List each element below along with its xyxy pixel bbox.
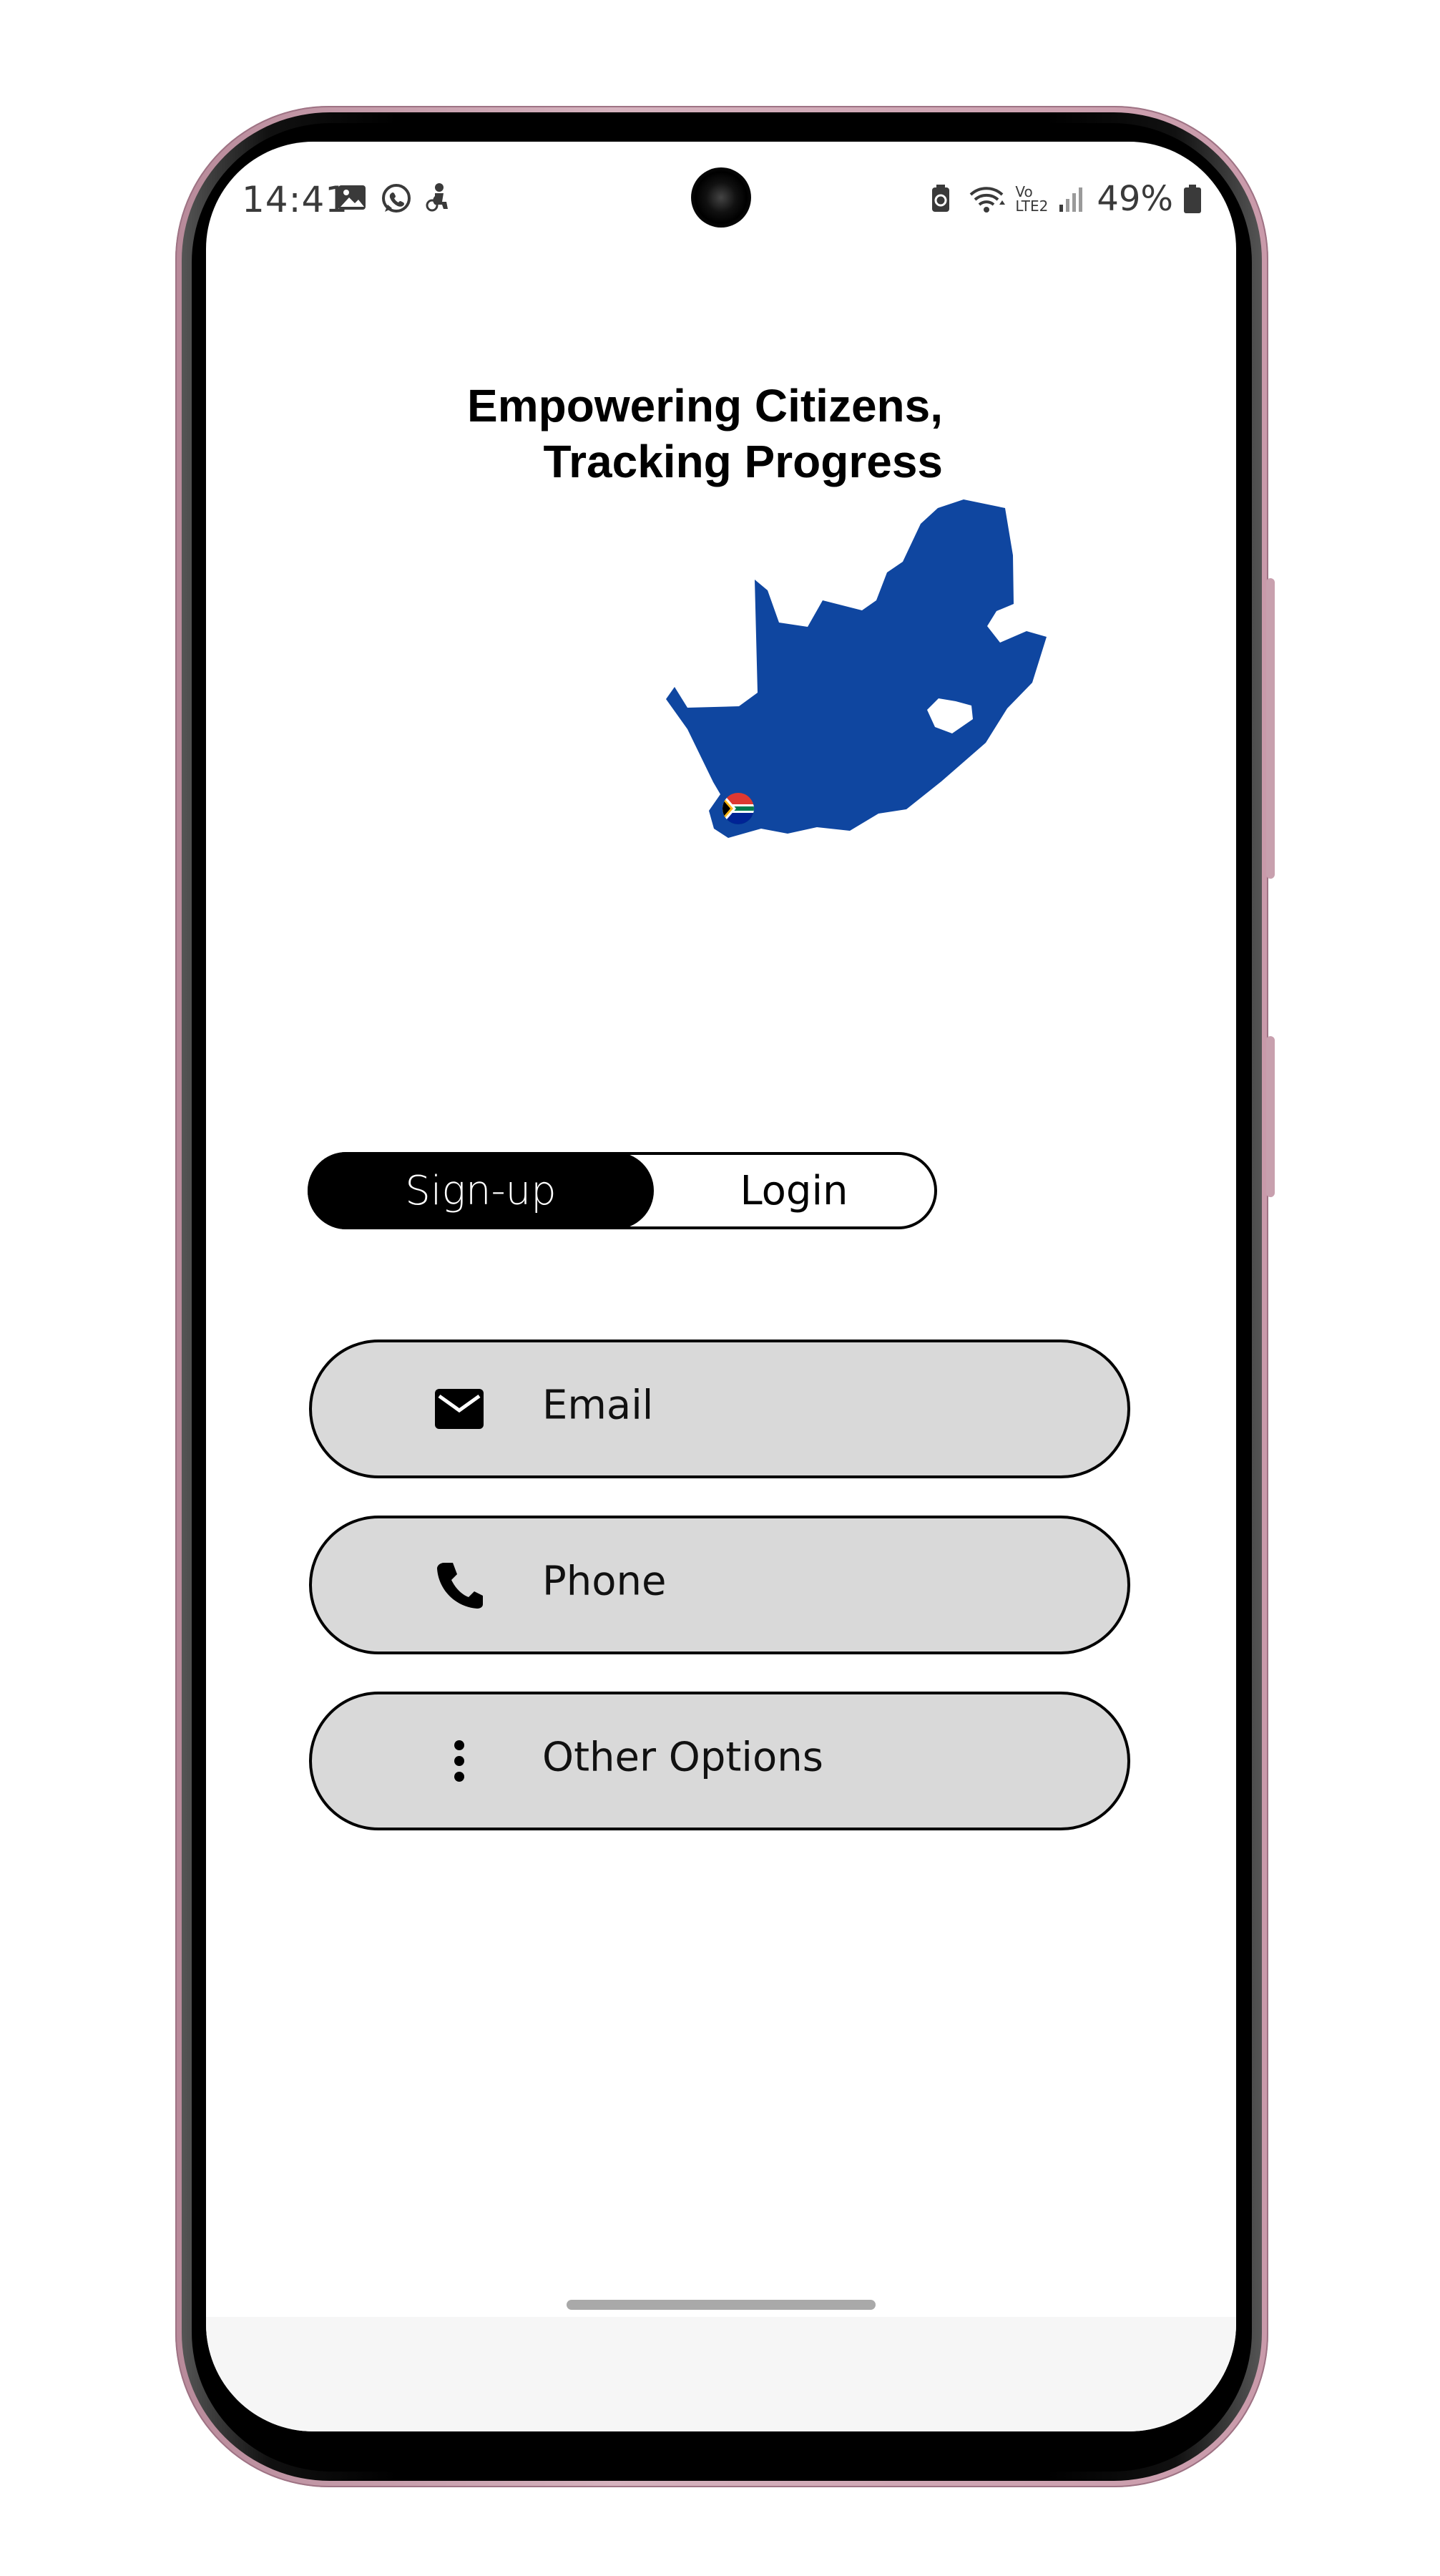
page-title: Empowering Citizens, Tracking Progress [442, 378, 943, 489]
phone-signup-button[interactable]: Phone [309, 1516, 1130, 1654]
accessibility-person-icon [422, 182, 454, 213]
south-africa-map-icon [660, 492, 1161, 914]
more-vertical-icon [432, 1734, 486, 1788]
headline-line-1: Empowering Citizens, [467, 380, 943, 431]
device-canvas: 14:41 Vo LTE2 49% Empowering Citizens, T… [0, 0, 1440, 2576]
email-option-label: Email [542, 1382, 654, 1429]
battery-saver-icon [928, 183, 959, 215]
home-indicator[interactable] [567, 2300, 876, 2310]
signal-icon [1057, 183, 1088, 215]
wifi-icon [968, 183, 1006, 215]
status-time: 14:41 [242, 179, 349, 220]
front-camera [691, 167, 751, 228]
status-left-icons [336, 182, 454, 213]
email-signup-button[interactable]: Email [309, 1340, 1130, 1478]
battery-icon [1182, 183, 1203, 215]
navigation-bar [206, 2317, 1236, 2431]
power-button [1266, 1036, 1275, 1197]
phone-icon [432, 1558, 486, 1612]
app-screen: 14:41 Vo LTE2 49% Empowering Citizens, T… [206, 142, 1236, 2431]
status-right-icons: Vo LTE2 49% [928, 179, 1203, 219]
tab-login[interactable]: Login [654, 1155, 934, 1226]
other-options-button[interactable]: Other Options [309, 1692, 1130, 1830]
tab-sign-up[interactable]: Sign-up [308, 1152, 654, 1229]
other-options-label: Other Options [542, 1734, 823, 1781]
gallery-icon [336, 182, 368, 213]
mail-icon [432, 1382, 486, 1436]
auth-toggle: Sign-up Login [308, 1152, 937, 1229]
whatsapp-icon [379, 182, 411, 213]
phone-option-label: Phone [542, 1558, 667, 1605]
network-type-label: Vo LTE2 [1015, 183, 1049, 215]
battery-percent: 49% [1097, 179, 1173, 219]
volume-button [1266, 578, 1275, 879]
headline-line-2: Tracking Progress [543, 436, 943, 487]
